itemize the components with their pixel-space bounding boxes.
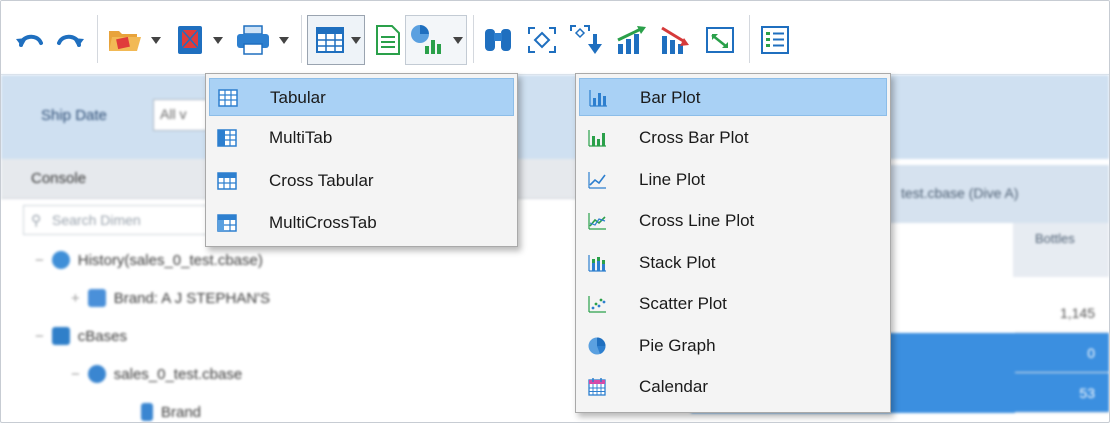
menu-item-label: Cross Line Plot xyxy=(639,211,755,230)
toolbar-separator xyxy=(749,15,750,63)
menu-item-label: Bar Plot xyxy=(640,88,701,107)
console-title: Console xyxy=(31,170,87,187)
menu-item-tabular[interactable]: Tabular xyxy=(209,78,514,116)
tree-item-label: History(sales_0_test.cbase) xyxy=(77,251,263,269)
tree-item[interactable]: − sales_0_test.cbase xyxy=(71,365,242,383)
dimension-icon xyxy=(141,403,153,421)
document-icon[interactable] xyxy=(371,19,405,61)
table-cell[interactable]: 1,145 xyxy=(1015,293,1109,333)
tree-item-label: sales_0_test.cbase xyxy=(113,365,243,383)
chevron-down-icon[interactable] xyxy=(349,35,363,47)
app-window: Ship Date All v Console ⚲ Search Dimen −… xyxy=(0,0,1110,423)
ship-date-select[interactable]: All v xyxy=(153,99,213,131)
chevron-down-icon[interactable] xyxy=(211,35,225,47)
tabular-icon xyxy=(218,89,238,107)
brand-icon xyxy=(87,289,106,307)
report-title-bar: test.cbase (Dive A) xyxy=(881,165,1109,223)
line-plot-icon xyxy=(588,172,606,189)
menu-item-label: Tabular xyxy=(270,88,326,107)
dimension-search-input[interactable]: ⚲ Search Dimen xyxy=(23,205,213,235)
redo-icon[interactable] xyxy=(53,19,87,61)
tree-item[interactable]: − History(sales_0_test.cbase) xyxy=(35,251,263,269)
filter-bar: Ship Date All v xyxy=(1,75,1109,159)
table-cell[interactable]: 53 xyxy=(1015,373,1109,413)
menu-item-label: Pie Graph xyxy=(639,336,716,355)
focus-icon[interactable] xyxy=(523,19,561,61)
refresh-icon[interactable] xyxy=(701,19,739,61)
print-icon[interactable] xyxy=(233,19,273,61)
table-cell[interactable]: 0 xyxy=(1015,333,1109,373)
trend-down-icon[interactable] xyxy=(657,19,695,61)
toolbar-separator xyxy=(97,15,98,63)
workspace-background: Ship Date All v Console ⚲ Search Dimen −… xyxy=(1,75,1109,422)
expand-icon: − xyxy=(35,251,44,269)
stack-plot-icon xyxy=(588,255,606,272)
history-icon xyxy=(51,251,70,269)
main-toolbar xyxy=(1,1,1109,75)
expand-icon: − xyxy=(35,327,44,345)
bar-plot-icon xyxy=(589,90,607,107)
tree-item[interactable]: − cBases xyxy=(35,327,127,345)
menu-item-pie-graph[interactable]: Pie Graph xyxy=(579,327,887,365)
menu-item-label: Stack Plot xyxy=(639,253,716,272)
menu-item-cross-tabular[interactable]: Cross Tabular xyxy=(209,162,514,200)
list-icon[interactable] xyxy=(757,19,793,61)
menu-item-label: Cross Tabular xyxy=(269,171,374,190)
expand-icon: + xyxy=(71,289,80,307)
search-icon: ⚲ xyxy=(31,212,42,228)
calendar-icon xyxy=(588,378,606,396)
cross-bar-plot-icon xyxy=(588,130,606,147)
chevron-down-icon[interactable] xyxy=(149,35,163,47)
menu-item-cross-line-plot[interactable]: Cross Line Plot xyxy=(579,202,887,240)
tree-item[interactable]: Brand xyxy=(141,403,201,421)
chevron-down-icon[interactable] xyxy=(451,35,465,47)
toolbar-separator xyxy=(473,15,474,63)
tree-item-label: Brand: A J STEPHAN'S xyxy=(113,289,271,307)
undo-icon[interactable] xyxy=(13,19,47,61)
menu-item-multicrosstab[interactable]: MultiCrossTab xyxy=(209,204,514,242)
tree-item-label: cBases xyxy=(77,327,127,345)
trend-up-icon[interactable] xyxy=(613,19,651,61)
menu-item-scatter-plot[interactable]: Scatter Plot xyxy=(579,285,887,323)
cbases-icon xyxy=(51,327,70,345)
menu-item-bar-plot[interactable]: Bar Plot xyxy=(579,78,887,116)
tabular-dropdown-menu: Tabular MultiTab Cross Tabular MultiCros… xyxy=(205,73,518,247)
binoculars-icon[interactable] xyxy=(479,19,517,61)
tree-item[interactable]: + Brand: A J STEPHAN'S xyxy=(71,289,270,307)
chevron-down-icon[interactable] xyxy=(277,35,291,47)
menu-item-label: Scatter Plot xyxy=(639,294,727,313)
menu-item-calendar[interactable]: Calendar xyxy=(579,368,887,406)
multitab-icon xyxy=(217,129,237,147)
plot-dropdown-menu: Bar Plot Cross Bar Plot Line Plot Cross … xyxy=(575,73,891,413)
toolbar-separator xyxy=(301,15,302,63)
search-placeholder: Search Dimen xyxy=(52,212,141,228)
menu-item-label: MultiCrossTab xyxy=(269,213,377,232)
column-header-label: Bottles xyxy=(1035,231,1075,246)
menu-item-label: Calendar xyxy=(639,377,708,396)
scatter-plot-icon xyxy=(588,296,606,313)
cross-line-plot-icon xyxy=(588,213,606,230)
expand-icon: − xyxy=(71,365,80,383)
open-folder-icon[interactable] xyxy=(105,19,145,61)
menu-item-cross-bar-plot[interactable]: Cross Bar Plot xyxy=(579,119,887,157)
menu-item-multitab[interactable]: MultiTab xyxy=(209,119,514,157)
report-title: test.cbase (Dive A) xyxy=(901,185,1019,201)
menu-item-label: Line Plot xyxy=(639,170,706,189)
pie-graph-icon xyxy=(588,337,606,355)
menu-item-label: Cross Bar Plot xyxy=(639,128,749,147)
column-header: Bottles xyxy=(1013,223,1109,277)
menu-item-label: MultiTab xyxy=(269,128,333,147)
cross-tabular-icon xyxy=(217,172,237,190)
chart-icon[interactable] xyxy=(409,19,447,61)
menu-item-line-plot[interactable]: Line Plot xyxy=(579,161,887,199)
filter-label: Ship Date xyxy=(41,107,107,124)
drill-down-icon[interactable] xyxy=(567,19,605,61)
cbase-icon xyxy=(87,365,106,383)
tree-item-label: Brand xyxy=(161,403,202,421)
tabular-view-icon[interactable] xyxy=(313,19,347,61)
multicrosstab-icon xyxy=(217,214,237,232)
menu-item-stack-plot[interactable]: Stack Plot xyxy=(579,244,887,282)
bookmark-icon[interactable] xyxy=(173,19,207,61)
